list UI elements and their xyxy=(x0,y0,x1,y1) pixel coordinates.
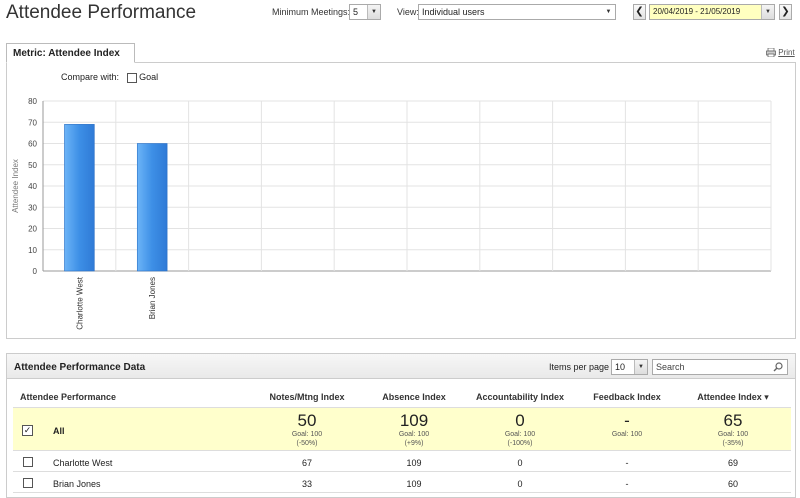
all-absence-goal: Goal: 100 xyxy=(398,431,430,438)
data-panel-title: Attendee Performance Data xyxy=(14,362,146,373)
table-row-all[interactable]: ✓ All 50 Goal: 100 (-50%) 109 Goal: 100 … xyxy=(13,407,791,451)
all-notes-delta: (-50%) xyxy=(296,440,318,447)
search-placeholder: Search xyxy=(656,362,685,372)
row-feedback: - xyxy=(625,479,629,489)
all-notes-value: 50 xyxy=(297,411,317,430)
row-notes: 33 xyxy=(301,479,312,489)
y-tick-label: 70 xyxy=(28,118,37,127)
all-absence-cell: 109 Goal: 100 (+9%) xyxy=(369,412,459,448)
all-notes-goal: Goal: 100 xyxy=(291,431,323,438)
all-attendee-index-delta: (-35%) xyxy=(722,440,744,447)
all-absence-delta: (+9%) xyxy=(404,440,424,447)
y-tick-label: 20 xyxy=(28,225,37,234)
col-header-feedback[interactable]: Feedback Index xyxy=(582,392,672,402)
row-feedback: - xyxy=(625,458,629,468)
row-accountability: 0 xyxy=(517,458,523,468)
y-tick-label: 10 xyxy=(28,246,37,255)
items-per-page-select[interactable]: 10 ▼ xyxy=(611,359,648,375)
chevron-down-icon: ▼ xyxy=(634,360,647,374)
row-attendee-index: 69 xyxy=(727,458,738,468)
row-absence: 109 xyxy=(406,479,422,489)
all-attendee-index-goal: Goal: 100 xyxy=(717,431,749,438)
bar-charlotte-west[interactable] xyxy=(64,124,95,272)
y-tick-label: 30 xyxy=(28,203,37,212)
all-absence-value: 109 xyxy=(399,411,429,430)
y-tick-label: 50 xyxy=(28,161,37,170)
attendee-index-chart: 0 10 20 30 40 50 60 70 80 Charlotte West Brian Jo… xyxy=(11,97,772,330)
all-notes-cell: 50 Goal: 100 (-50%) xyxy=(262,412,352,448)
all-accountability-cell: 0 Goal: 100 (-100%) xyxy=(475,412,565,448)
col-header-accountability[interactable]: Accountability Index xyxy=(475,392,565,402)
y-tick-label: 40 xyxy=(28,182,37,191)
all-feedback-cell: - Goal: 100 xyxy=(582,412,672,439)
all-attendee-index-cell: 65 Goal: 100 (-35%) xyxy=(688,412,778,448)
items-per-page-label: Items per page xyxy=(549,362,610,372)
col-header-attendee-index[interactable]: Attendee Index ▾ xyxy=(688,392,778,403)
all-checkbox[interactable]: ✓ xyxy=(22,425,33,436)
all-attendee-index-value: 65 xyxy=(723,411,743,430)
x-tick-label: Brian Jones xyxy=(148,277,157,319)
col-header-notes[interactable]: Notes/Mtng Index xyxy=(262,392,352,402)
y-tick-label: 80 xyxy=(28,97,37,106)
table-row[interactable]: Charlotte West 67 109 0 - 69 xyxy=(13,452,791,472)
col-header-attendee[interactable]: Attendee Performance xyxy=(20,392,116,402)
all-label: All xyxy=(53,426,65,436)
all-feedback-goal: Goal: 100 xyxy=(611,431,643,438)
row-checkbox[interactable] xyxy=(23,457,33,467)
all-feedback-value: - xyxy=(624,411,630,430)
all-accountability-goal: Goal: 100 xyxy=(504,431,536,438)
row-name: Charlotte West xyxy=(53,458,113,468)
row-checkbox[interactable] xyxy=(23,478,33,488)
table-row[interactable]: Brian Jones 33 109 0 - 60 xyxy=(13,473,791,493)
row-absence: 109 xyxy=(406,458,422,468)
y-tick-label: 60 xyxy=(28,140,37,149)
y-axis-label: Attendee Index xyxy=(11,159,20,213)
y-tick-label: 0 xyxy=(33,267,38,276)
search-input[interactable]: Search xyxy=(652,359,788,375)
x-tick-label: Charlotte West xyxy=(75,276,84,330)
col-header-absence[interactable]: Absence Index xyxy=(369,392,459,402)
all-accountability-delta: (-100%) xyxy=(507,440,533,447)
search-icon xyxy=(773,362,783,372)
bar-brian-jones[interactable] xyxy=(136,143,168,272)
all-accountability-value: 0 xyxy=(515,411,525,430)
row-attendee-index: 60 xyxy=(727,479,738,489)
row-name: Brian Jones xyxy=(53,479,101,489)
row-accountability: 0 xyxy=(517,479,523,489)
row-notes: 67 xyxy=(301,458,312,468)
data-panel-header: Attendee Performance Data Items per page… xyxy=(6,353,796,379)
items-per-page-value: 10 xyxy=(615,362,626,372)
